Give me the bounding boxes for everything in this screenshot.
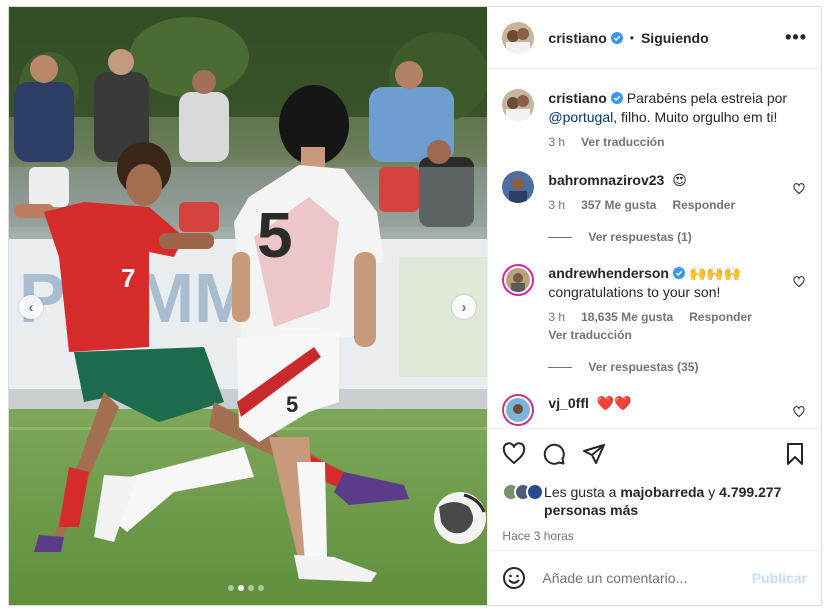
share-icon[interactable] <box>582 442 606 466</box>
verified-badge-icon <box>610 92 623 104</box>
comment-like-heart-icon[interactable] <box>793 276 805 288</box>
comments-list: cristiano Parabéns pela estreia por @port… <box>488 69 821 428</box>
add-comment-bar: Publicar <box>488 550 821 605</box>
caption-meta: 3 h Ver traducción <box>548 135 807 149</box>
post-side-panel: cristiano • Siguiendo ••• cristiano Parab… <box>487 7 821 605</box>
caption-time: 3 h <box>548 135 566 149</box>
comment-text: bahromnazirov23 😍 <box>548 171 807 190</box>
comment-meta: 3 h 18,635 Me gusta Responder <box>548 310 807 324</box>
separator-dot: • <box>629 30 634 45</box>
comment: bahromnazirov23 😍 3 h 357 Me gusta Respo… <box>502 171 807 212</box>
carousel-dot <box>228 585 234 591</box>
comment-avatar-story-ring[interactable] <box>502 264 535 296</box>
comment-likes[interactable]: 357 Me gusta <box>581 198 656 212</box>
comment-time: 3 h <box>548 310 566 324</box>
comment-meta: 3 h 357 Me gusta Responder <box>548 198 807 212</box>
view-replies-label: Ver respuestas (35) <box>588 360 699 374</box>
comment: andrewhenderson 🙌🙌🙌 congratulations to yo… <box>502 264 807 342</box>
comment-username[interactable]: vj_0ffl <box>548 395 588 411</box>
comment-body: 😍 <box>672 172 687 188</box>
comment-likes[interactable]: 18,635 Me gusta <box>581 310 673 324</box>
comment-avatar-story-ring[interactable] <box>502 394 535 426</box>
author-avatar[interactable] <box>502 21 535 54</box>
reply-button[interactable]: Responder <box>689 310 752 324</box>
liker-avatars <box>502 483 545 501</box>
caption: cristiano Parabéns pela estreia por @port… <box>502 89 807 149</box>
caption-avatar[interactable] <box>502 89 535 121</box>
comment-avatar[interactable] <box>502 171 535 203</box>
comment: vj_0ffl ❤️❤️ <box>502 394 807 426</box>
action-icons-row <box>502 439 807 469</box>
comment-username[interactable]: andrewhenderson <box>548 265 669 281</box>
comment-text: andrewhenderson 🙌🙌🙌 congratulations to yo… <box>548 264 807 302</box>
caption-prefix: Parabéns pela estreia por <box>626 90 788 106</box>
likes-count[interactable]: 4.799.277 <box>719 484 781 500</box>
liker-avatar <box>526 483 545 501</box>
comment-time: 3 h <box>548 198 566 212</box>
post-header: cristiano • Siguiendo ••• <box>488 7 821 69</box>
comment-input[interactable] <box>542 570 744 586</box>
carousel-dot <box>258 585 264 591</box>
likes-text[interactable]: Les gusta a majobarreda y 4.799.277 pers… <box>544 483 807 519</box>
following-button[interactable]: Siguiendo <box>641 30 709 46</box>
comment-translate-row: Ver traducción <box>548 328 807 342</box>
previous-slide-button[interactable]: ‹ <box>19 295 43 319</box>
chevron-left-icon: ‹ <box>28 298 34 316</box>
player-right-shorts-number: 5 <box>286 392 298 417</box>
post-photo[interactable]: PRIMMO 7 5 5 ‹ › <box>9 7 488 605</box>
player-left-number: 7 <box>121 263 135 293</box>
comment-like-heart-icon[interactable] <box>793 183 805 195</box>
likes-first-user[interactable]: majobarreda <box>620 484 704 500</box>
caption-text: cristiano Parabéns pela estreia por @port… <box>548 89 807 127</box>
view-replies-label: Ver respuestas (1) <box>588 230 692 244</box>
author-name-row: cristiano • Siguiendo <box>548 30 708 46</box>
replies-divider <box>548 366 573 368</box>
carousel-dots <box>228 585 264 591</box>
heart-icon[interactable] <box>502 442 526 466</box>
post-time-ago: Hace 3 horas <box>502 529 574 543</box>
comment-body: ❤️❤️ <box>596 395 632 411</box>
post-modal: PRIMMO 7 5 5 ‹ › cristiano • Siguiendo •… <box>8 6 822 606</box>
caption-username[interactable]: cristiano <box>548 90 606 106</box>
comment-username[interactable]: bahromnazirov23 <box>548 172 664 188</box>
comment-like-heart-icon[interactable] <box>793 406 805 418</box>
next-slide-button[interactable]: › <box>452 295 476 319</box>
more-options-icon[interactable]: ••• <box>785 27 807 48</box>
publish-button[interactable]: Publicar <box>752 570 807 586</box>
likes-joiner: y <box>708 484 716 500</box>
likes-suffix[interactable]: personas más <box>544 502 638 518</box>
player-right-number: 5 <box>257 199 293 271</box>
soccer-ball <box>434 492 486 544</box>
reply-button[interactable]: Responder <box>672 198 735 212</box>
likes-prefix: Les gusta a <box>544 484 617 500</box>
replies-divider <box>548 236 573 238</box>
view-replies-button[interactable]: Ver respuestas (35) <box>548 360 807 374</box>
carousel-dot-active <box>238 585 244 591</box>
verified-badge-icon <box>673 267 685 279</box>
comment-icon[interactable] <box>542 442 566 466</box>
chevron-right-icon: › <box>461 298 467 316</box>
emoji-icon[interactable] <box>502 566 526 590</box>
see-translation-link[interactable]: Ver traducción <box>581 135 664 149</box>
comment-text: vj_0ffl ❤️❤️ <box>548 394 807 413</box>
likes-summary: Les gusta a majobarreda y 4.799.277 pers… <box>502 483 807 519</box>
post-actions: Les gusta a majobarreda y 4.799.277 pers… <box>488 428 821 550</box>
see-translation-link[interactable]: Ver traducción <box>548 328 631 342</box>
bookmark-icon[interactable] <box>783 442 807 466</box>
author-username[interactable]: cristiano <box>548 30 606 46</box>
carousel-dot <box>248 585 254 591</box>
soccer-photo-illustration: PRIMMO 7 5 5 <box>9 7 488 605</box>
view-replies-button[interactable]: Ver respuestas (1) <box>548 230 807 244</box>
caption-suffix: , filho. Muito orgulho em ti! <box>613 109 778 125</box>
caption-mention-link[interactable]: @portugal <box>548 109 613 125</box>
verified-badge-icon <box>610 31 623 44</box>
